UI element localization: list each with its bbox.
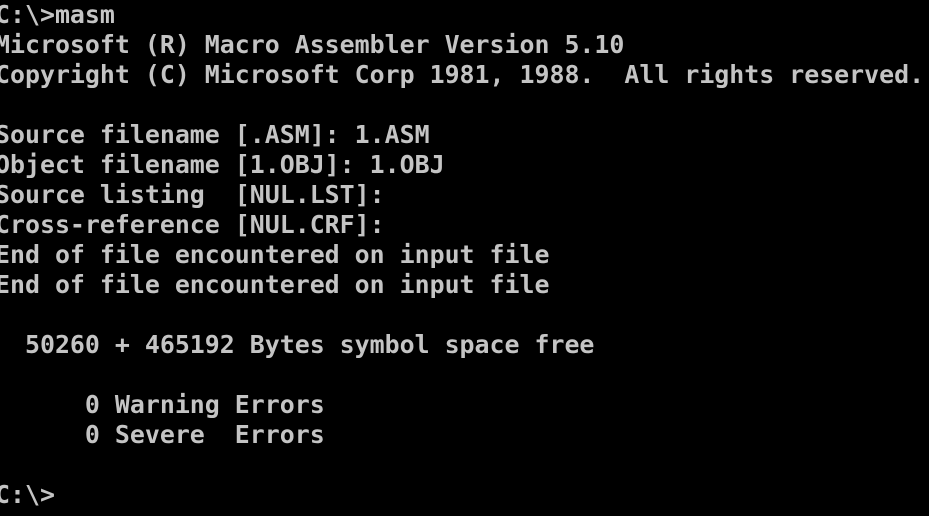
copyright-line: Copyright (C) Microsoft Corp 1981, 1988.… xyxy=(0,60,925,89)
cross-reference-prompt: Cross-reference [NUL.CRF]: xyxy=(0,210,385,239)
warning-errors-line: 0 Warning Errors xyxy=(0,390,325,419)
severe-errors-line: 0 Severe Errors xyxy=(0,420,325,449)
symbol-space-line: 50260 + 465192 Bytes symbol space free xyxy=(0,330,595,359)
eof-message: End of file encountered on input file xyxy=(0,270,550,299)
source-listing-prompt: Source listing [NUL.LST]: xyxy=(0,180,385,209)
source-filename-prompt: Source filename [.ASM]: 1.ASM xyxy=(0,120,430,149)
banner-line: Microsoft (R) Macro Assembler Version 5.… xyxy=(0,30,625,59)
object-filename-prompt: Object filename [1.OBJ]: 1.OBJ xyxy=(0,150,445,179)
command-line: C:\>masm xyxy=(0,0,115,29)
prompt-line[interactable]: C:\> xyxy=(0,480,929,510)
eof-message: End of file encountered on input file xyxy=(0,240,550,269)
dos-terminal[interactable]: C:\>masm Microsoft (R) Macro Assembler V… xyxy=(0,0,929,510)
